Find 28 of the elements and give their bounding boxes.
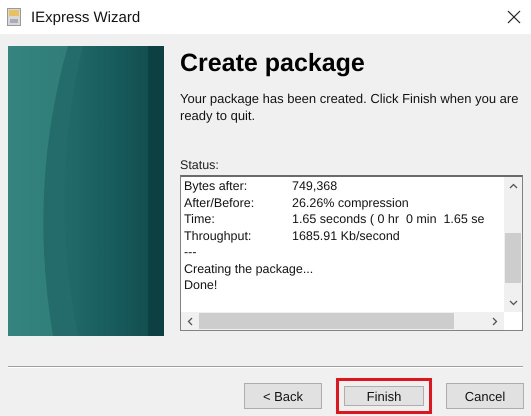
scroll-left-icon[interactable] (187, 316, 193, 326)
log-line: Done! (184, 277, 218, 294)
status-label: Status: (180, 158, 219, 172)
horizontal-scrollbar[interactable] (181, 312, 504, 330)
wizard-button[interactable]: Cancel (446, 383, 524, 409)
window-title: IExpress Wizard (31, 8, 140, 26)
log-line: Creating the package... (184, 260, 314, 277)
description-text: Your package has been created. Click Finish when you are ready to quit. (180, 90, 520, 124)
scroll-down-icon[interactable] (508, 300, 518, 306)
log-label: Throughput: (184, 228, 252, 244)
log-value: 26.26% compression (292, 194, 409, 211)
app-icon (7, 8, 21, 26)
log-value: 1685.91 Kb/second (292, 228, 400, 244)
page-heading: Create package (180, 49, 365, 78)
scroll-right-icon[interactable] (492, 316, 498, 326)
scroll-up-icon[interactable] (508, 183, 518, 189)
log-label: Bytes after: (184, 178, 248, 194)
scroll-thumb[interactable] (505, 233, 521, 283)
log-label: After/Before: (184, 194, 256, 211)
wizard-button[interactable]: < Back (244, 383, 322, 409)
log-value: 749,368 (292, 178, 338, 194)
scroll-thumb[interactable] (199, 313, 454, 329)
log-line: --- (184, 244, 196, 260)
vertical-scrollbar[interactable] (504, 177, 522, 312)
close-icon[interactable] (507, 10, 521, 24)
wizard-button[interactable]: Finish (336, 378, 432, 414)
log-value: 1.65 seconds ( 0 hr 0 min 1.65 se (292, 211, 484, 228)
log-label: Time: (184, 211, 216, 228)
